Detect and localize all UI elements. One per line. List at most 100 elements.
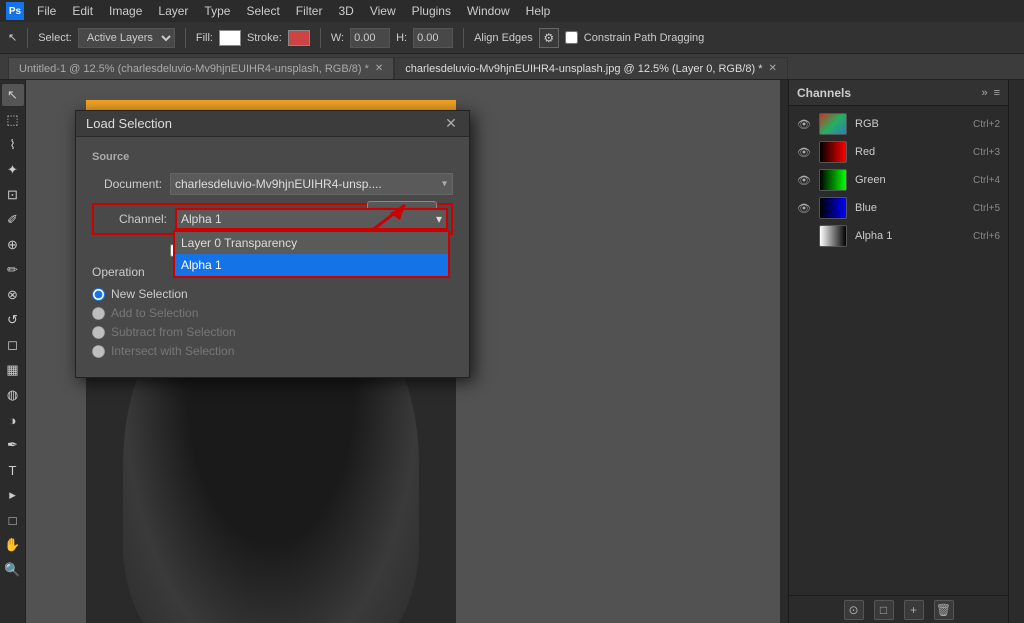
gear-icon[interactable]: ⚙ bbox=[539, 28, 559, 48]
height-input[interactable] bbox=[413, 28, 453, 48]
separator-2 bbox=[185, 28, 186, 48]
channel-blue-visibility[interactable]: 👁 bbox=[797, 201, 811, 215]
constrain-label: Constrain Path Dragging bbox=[584, 32, 704, 44]
save-selection-btn[interactable]: □ bbox=[874, 600, 894, 620]
separator-1 bbox=[27, 28, 28, 48]
constrain-checkbox[interactable] bbox=[565, 31, 578, 44]
panel-expand-icon[interactable]: » bbox=[981, 87, 987, 99]
channel-alpha1-name: Alpha 1 bbox=[855, 230, 965, 242]
separator-4 bbox=[463, 28, 464, 48]
fill-color[interactable] bbox=[219, 30, 241, 46]
channel-option-alpha1[interactable]: Alpha 1 bbox=[175, 254, 448, 276]
channel-green-shortcut: Ctrl+4 bbox=[973, 175, 1000, 186]
width-input[interactable] bbox=[350, 28, 390, 48]
pen-tool[interactable]: ✒ bbox=[2, 434, 24, 456]
blur-tool[interactable]: ◍ bbox=[2, 384, 24, 406]
menu-type[interactable]: Type bbox=[197, 2, 237, 20]
channel-alpha1[interactable]: 👁 Alpha 1 Ctrl+6 bbox=[789, 222, 1008, 250]
eyedropper-tool[interactable]: ✐ bbox=[2, 209, 24, 231]
menu-layer[interactable]: Layer bbox=[151, 2, 195, 20]
brush-tool[interactable]: ✏ bbox=[2, 259, 24, 281]
tabs-bar: Untitled-1 @ 12.5% (charlesdeluvio-Mv9hj… bbox=[0, 54, 1024, 80]
tab-untitled-close[interactable]: ✕ bbox=[375, 63, 383, 74]
eye-icon-blue: 👁 bbox=[797, 202, 811, 215]
document-select[interactable]: charlesdeluvio-Mv9hjnEUIHR4-unsp.... bbox=[170, 173, 453, 195]
menu-edit[interactable]: Edit bbox=[65, 2, 100, 20]
eye-icon-red: 👁 bbox=[797, 146, 811, 159]
hand-tool[interactable]: ✋ bbox=[2, 534, 24, 556]
dialog-close-button[interactable]: ✕ bbox=[443, 116, 459, 132]
channel-blue[interactable]: 👁 Blue Ctrl+5 bbox=[789, 194, 1008, 222]
tab-active[interactable]: charlesdeluvio-Mv9hjnEUIHR4-unsplash.jpg… bbox=[394, 57, 788, 79]
operation-add-row: Add to Selection bbox=[92, 306, 453, 320]
menu-window[interactable]: Window bbox=[460, 2, 517, 20]
channel-red[interactable]: 👁 Red Ctrl+3 bbox=[789, 138, 1008, 166]
channel-green-visibility[interactable]: 👁 bbox=[797, 173, 811, 187]
dialog-body: OK Cancel Source Document: charlesdeluvi… bbox=[76, 137, 469, 377]
height-label: H: bbox=[396, 32, 407, 44]
document-row: Document: charlesdeluvio-Mv9hjnEUIHR4-un… bbox=[92, 173, 453, 195]
marquee-tool[interactable]: ⬚ bbox=[2, 109, 24, 131]
dodge-tool[interactable]: ◑ bbox=[2, 409, 24, 431]
operation-new-selection-row: New Selection bbox=[92, 287, 453, 301]
channel-rgb[interactable]: 👁 RGB Ctrl+2 bbox=[789, 110, 1008, 138]
channel-red-thumb bbox=[819, 141, 847, 163]
stroke-color[interactable] bbox=[288, 30, 310, 46]
channel-blue-name: Blue bbox=[855, 202, 965, 214]
channel-red-visibility[interactable]: 👁 bbox=[797, 145, 811, 159]
tab-untitled[interactable]: Untitled-1 @ 12.5% (charlesdeluvio-Mv9hj… bbox=[8, 57, 394, 79]
new-channel-btn[interactable]: + bbox=[904, 600, 924, 620]
delete-channel-btn[interactable]: 🗑 bbox=[934, 600, 954, 620]
type-tool[interactable]: T bbox=[2, 459, 24, 481]
channel-rgb-name: RGB bbox=[855, 118, 965, 130]
rectangle-tool[interactable]: □ bbox=[2, 509, 24, 531]
healing-brush-tool[interactable]: ⊕ bbox=[2, 234, 24, 256]
radio-new-selection-label: New Selection bbox=[111, 287, 188, 301]
menu-file[interactable]: File bbox=[30, 2, 63, 20]
channel-option-transparency[interactable]: Layer 0 Transparency bbox=[175, 232, 448, 254]
menu-image[interactable]: Image bbox=[102, 2, 149, 20]
tab-active-close[interactable]: ✕ bbox=[768, 63, 776, 74]
channel-alpha1-thumb bbox=[819, 225, 847, 247]
radio-intersect-selection[interactable] bbox=[92, 345, 105, 358]
menu-3d[interactable]: 3D bbox=[331, 2, 360, 20]
panel-menu-icon[interactable]: ≡ bbox=[994, 87, 1000, 99]
move-tool[interactable]: ↖ bbox=[2, 84, 24, 106]
path-selection-tool[interactable]: ▸ bbox=[2, 484, 24, 506]
document-select-wrapper: charlesdeluvio-Mv9hjnEUIHR4-unsp.... ▾ bbox=[170, 173, 453, 195]
channel-green[interactable]: 👁 Green Ctrl+4 bbox=[789, 166, 1008, 194]
radio-add-selection[interactable] bbox=[92, 307, 105, 320]
lasso-tool[interactable]: ⌇ bbox=[2, 134, 24, 156]
app-logo: Ps bbox=[6, 2, 24, 20]
menu-plugins[interactable]: Plugins bbox=[405, 2, 458, 20]
options-toolbar: ↖ Select: Active Layers Fill: Stroke: W:… bbox=[0, 22, 1024, 54]
clone-stamp-tool[interactable]: ⊗ bbox=[2, 284, 24, 306]
menu-help[interactable]: Help bbox=[519, 2, 558, 20]
gradient-tool[interactable]: ▦ bbox=[2, 359, 24, 381]
operation-section: Operation New Selection Add to Selection… bbox=[92, 265, 453, 358]
crop-tool[interactable]: ⊡ bbox=[2, 184, 24, 206]
menu-bar: Ps File Edit Image Layer Type Select Fil… bbox=[0, 0, 1024, 22]
channel-rgb-visibility[interactable]: 👁 bbox=[797, 117, 811, 131]
history-brush-tool[interactable]: ↺ bbox=[2, 309, 24, 331]
tab-untitled-label: Untitled-1 @ 12.5% (charlesdeluvio-Mv9hj… bbox=[19, 63, 369, 75]
separator-3 bbox=[320, 28, 321, 48]
dotted-circle-btn[interactable]: ⊙ bbox=[844, 600, 864, 620]
eraser-tool[interactable]: ◻ bbox=[2, 334, 24, 356]
magic-wand-tool[interactable]: ✦ bbox=[2, 159, 24, 181]
align-edges-label: Align Edges bbox=[474, 32, 533, 44]
left-toolbar: ↖ ⬚ ⌇ ✦ ⊡ ✐ ⊕ ✏ ⊗ ↺ ◻ ▦ ◍ ◑ ✒ T ▸ □ ✋ 🔍 bbox=[0, 80, 26, 623]
zoom-tool[interactable]: 🔍 bbox=[2, 559, 24, 581]
select-dropdown[interactable]: Active Layers bbox=[78, 28, 175, 48]
source-section-label: Source bbox=[92, 151, 453, 163]
menu-select[interactable]: Select bbox=[239, 2, 286, 20]
channel-alpha1-visibility[interactable]: 👁 bbox=[797, 229, 811, 243]
radio-subtract-selection[interactable] bbox=[92, 326, 105, 339]
stroke-label: Stroke: bbox=[247, 32, 282, 44]
menu-filter[interactable]: Filter bbox=[289, 2, 330, 20]
radio-new-selection[interactable] bbox=[92, 288, 105, 301]
channel-display[interactable]: Alpha 1 ▾ bbox=[175, 208, 448, 230]
load-selection-dialog[interactable]: Load Selection ✕ OK Cancel Source Docume… bbox=[75, 110, 470, 378]
document-label: Document: bbox=[92, 177, 162, 191]
menu-view[interactable]: View bbox=[363, 2, 403, 20]
